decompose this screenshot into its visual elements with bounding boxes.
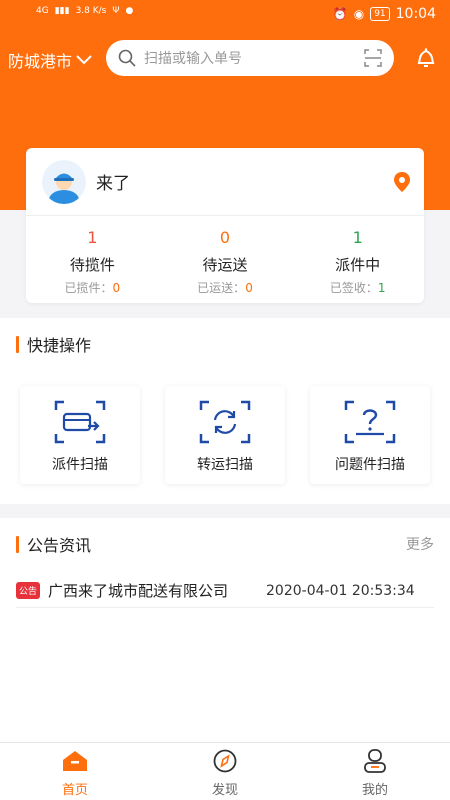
section-accent-bar [16,335,19,353]
announcement-badge: 公告 [16,582,41,599]
notification-button[interactable] [414,46,438,74]
chevron-down-icon [76,55,92,65]
delivery-scan-button[interactable]: 派件扫描 [20,386,140,484]
stat-sub-value: 0 [112,281,121,295]
bell-icon [417,48,435,67]
battery-level: 91 [370,7,390,21]
scan-icon[interactable] [364,49,382,67]
search-bar[interactable]: 扫描或输入单号 [106,40,394,76]
profile-icon [364,749,386,773]
city-selector[interactable]: 防城港市 [8,48,92,72]
transfer-scan-icon [199,400,251,444]
tab-profile[interactable]: 我的 [300,743,450,800]
section-accent-bar [16,535,19,553]
tab-label: 首页 [61,783,88,798]
bottom-tab-bar: 首页 发现 我的 [0,742,450,800]
tab-discover[interactable]: 发现 [150,743,300,800]
delivery-scan-icon [54,400,106,444]
stat-sub-value: 1 [377,281,386,295]
tab-label: 发现 [211,783,238,798]
user-row: 来了 [26,148,424,216]
stat-sub-label: 已签收： [329,281,378,295]
user-card: 来了 1 待揽件 已揽件：0 0 待运送 已运送：0 1 派件中 已签收：1 [26,148,424,303]
quick-action-label: 转运扫描 [197,457,253,473]
section-header: 公告资讯 更多 [0,518,450,570]
stat-sub: 已签收：1 [291,279,424,296]
network-type: 4G [36,6,49,16]
compass-icon [213,749,237,773]
stat-value: 1 [352,228,363,247]
chat-icon: ● [125,6,134,16]
quick-actions-section: 快捷操作 派件扫描 转运扫描 问题件扫描 [0,318,450,504]
announcements-section: 公告资讯 更多 公告 广西来了城市配送有限公司 2020-04-01 20:53… [0,518,450,742]
search-placeholder: 扫描或输入单号 [144,51,242,67]
stat-label: 待揽件 [69,256,115,274]
status-bar: 4G ▮▮▮ 3.8 K/s Ψ ● ⏰ ◉ 91 10:04 [0,0,450,30]
more-link[interactable]: 更多 [406,534,434,554]
problem-scan-icon [344,400,396,444]
net-speed: 3.8 K/s [75,6,107,16]
stat-label: 派件中 [335,256,381,274]
section-header: 快捷操作 [0,318,450,370]
user-name: 来了 [96,174,130,194]
stat-pending-transport[interactable]: 0 待运送 已运送：0 [159,216,292,303]
section-title: 快捷操作 [27,336,92,355]
stat-delivering[interactable]: 1 派件中 已签收：1 [291,216,424,303]
quick-action-label: 问题件扫描 [335,457,405,473]
stat-sub: 已揽件：0 [26,279,159,296]
stat-pending-pickup[interactable]: 1 待揽件 已揽件：0 [26,216,159,303]
announcement-time: 2020-04-01 20:53:34 [266,582,415,599]
alarm-icon: ⏰ [332,7,348,21]
courier-avatar-icon [42,159,86,204]
quick-action-label: 派件扫描 [52,457,108,473]
avatar[interactable] [42,159,86,204]
stat-sub-label: 已揽件： [64,281,113,295]
stat-value: 1 [87,228,98,247]
tab-label: 我的 [361,783,388,798]
stat-sub: 已运送：0 [159,279,292,296]
top-bar: 防城港市 扫描或输入单号 [0,40,450,76]
quick-actions-grid: 派件扫描 转运扫描 问题件扫描 [20,386,430,484]
location-pin-icon[interactable] [392,171,412,193]
location-status-icon: ◉ [353,7,365,21]
home-icon [63,751,87,771]
stat-sub-value: 0 [245,281,253,295]
problem-scan-button[interactable]: 问题件扫描 [310,386,430,484]
transfer-scan-button[interactable]: 转运扫描 [165,386,285,484]
section-title: 公告资讯 [27,536,92,555]
stat-sub-label: 已运送： [197,281,246,295]
stat-label: 待运送 [202,256,248,274]
city-label: 防城港市 [8,52,73,71]
announcement-item[interactable]: 公告 广西来了城市配送有限公司 2020-04-01 20:53:34 [16,574,434,608]
search-icon [118,49,136,67]
announcement-title: 广西来了城市配送有限公司 [48,582,229,600]
signal-icon: ▮▮▮ [54,6,70,16]
stats-row: 1 待揽件 已揽件：0 0 待运送 已运送：0 1 派件中 已签收：1 [26,216,424,303]
tab-home[interactable]: 首页 [0,743,150,800]
stat-value: 0 [219,228,231,247]
usb-icon: Ψ [112,6,120,16]
clock: 10:04 [395,6,436,22]
